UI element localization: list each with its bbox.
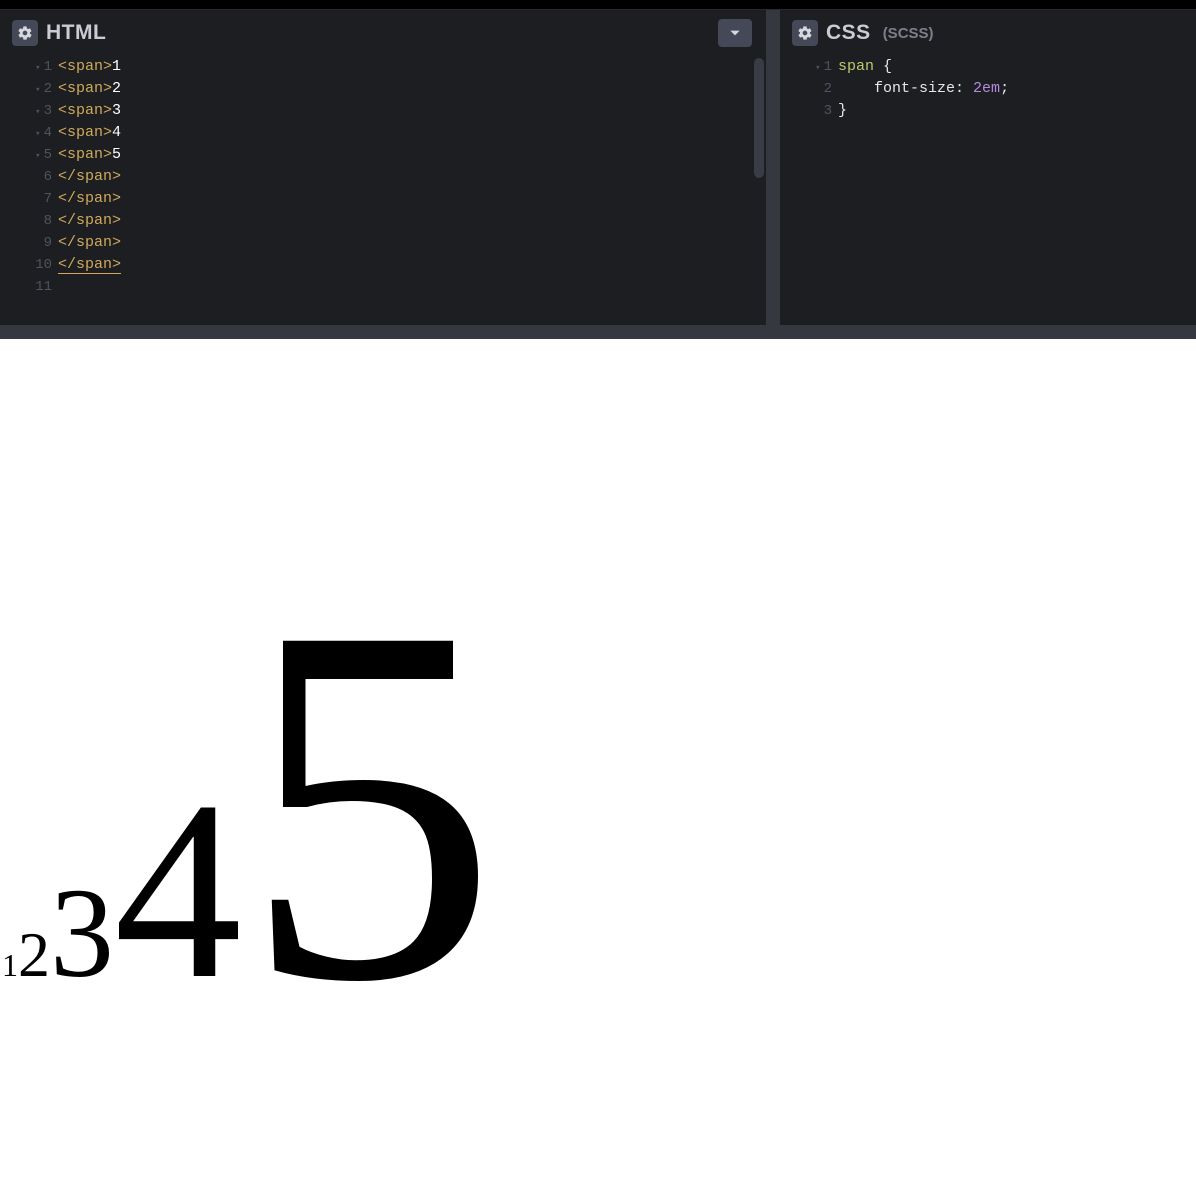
preview-span: 345	[50, 862, 498, 1004]
gear-icon[interactable]	[792, 20, 818, 46]
css-editor[interactable]: ▾123 span { font-size: 2em;}	[780, 54, 1196, 325]
pane-css-subtitle: (SCSS)	[883, 25, 934, 42]
editors-row: HTML ▾1▾2▾3▾4▾567891011 <span>1<span>2<s…	[0, 10, 1196, 325]
pane-css-title: CSS	[826, 21, 871, 45]
preview-span: 2345	[18, 919, 498, 990]
preview-span: 5	[242, 520, 498, 1087]
chevron-down-icon[interactable]	[718, 19, 752, 47]
gear-icon[interactable]	[12, 20, 38, 46]
horizontal-resizer[interactable]	[0, 325, 1196, 339]
css-gutter: ▾123	[780, 56, 838, 325]
pane-css: CSS (SCSS) ▾123 span { font-size: 2em;}	[780, 10, 1196, 325]
preview-span: 45	[114, 749, 498, 1032]
tab-html[interactable]: HTML	[8, 16, 112, 50]
preview-pane: 12345	[0, 339, 1196, 1200]
html-code[interactable]: <span>1<span>2<span>3<span>4<span>5</spa…	[58, 56, 766, 325]
scrollbar-thumb[interactable]	[754, 58, 764, 178]
html-gutter: ▾1▾2▾3▾4▾567891011	[0, 56, 58, 325]
pane-html: HTML ▾1▾2▾3▾4▾567891011 <span>1<span>2<s…	[0, 10, 780, 325]
html-editor[interactable]: ▾1▾2▾3▾4▾567891011 <span>1<span>2<span>3…	[0, 54, 766, 325]
css-code[interactable]: span { font-size: 2em;}	[838, 56, 1196, 325]
tab-css[interactable]: CSS (SCSS)	[788, 16, 940, 50]
window-topbar	[0, 0, 1196, 10]
pane-css-header: CSS (SCSS)	[780, 10, 1196, 54]
pane-html-title: HTML	[46, 21, 106, 45]
preview-span: 12345	[2, 947, 498, 983]
pane-html-header: HTML	[0, 10, 766, 54]
preview-output: 12345	[2, 548, 498, 1060]
